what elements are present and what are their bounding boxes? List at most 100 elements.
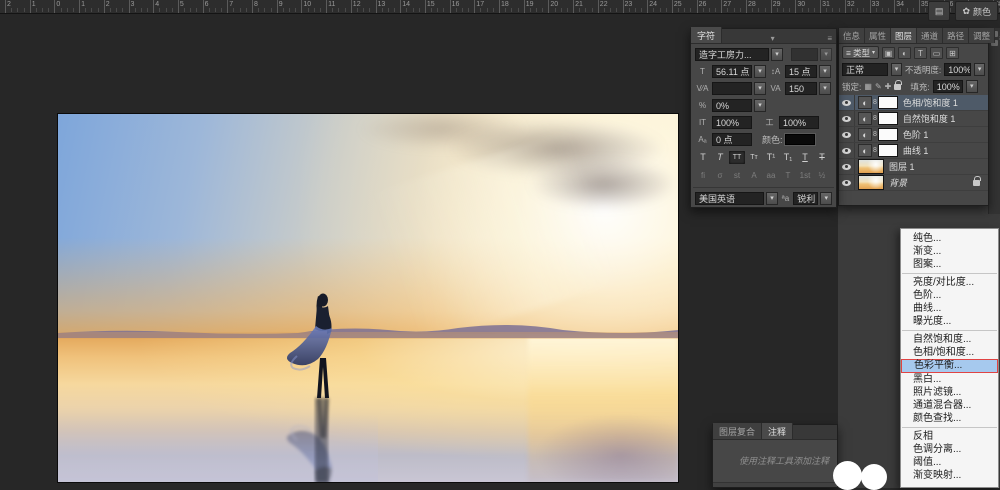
menu-item-pattern[interactable]: 图案... — [901, 258, 998, 271]
strikethrough-button[interactable]: T — [814, 151, 830, 164]
panel-menu-icon[interactable]: ≡ — [995, 34, 1000, 43]
menu-item-brightness-contrast[interactable]: 亮度/对比度... — [901, 276, 998, 289]
visibility-toggle[interactable] — [839, 127, 855, 142]
layer-name[interactable]: 自然饱和度 1 — [903, 112, 956, 125]
tab-info[interactable]: 信息 — [839, 28, 865, 43]
layer-row-levels[interactable]: ◐ 8 色阶 1 — [839, 127, 988, 143]
tab-layers[interactable]: 图层 — [891, 28, 917, 43]
font-style-dropdown-arrow[interactable]: ▾ — [820, 48, 832, 61]
fill-dropdown-arrow[interactable]: ▾ — [966, 80, 978, 93]
layer-row-hue-saturation[interactable]: ◐ 8 色相/饱和度 1 — [839, 95, 988, 111]
superscript-button[interactable]: T¹ — [763, 151, 779, 164]
visibility-toggle[interactable] — [839, 175, 855, 190]
blend-mode-select[interactable]: 正常 — [842, 63, 888, 76]
menu-item-exposure[interactable]: 曝光度... — [901, 315, 998, 328]
visibility-toggle[interactable] — [839, 95, 855, 110]
menu-item-vibrance[interactable]: 自然饱和度... — [901, 333, 998, 346]
adjustment-layer-icon[interactable]: ◐ — [858, 144, 872, 157]
layer-name[interactable]: 色阶 1 — [903, 128, 929, 141]
tab-properties[interactable]: 属性 — [865, 28, 891, 43]
layer-row-vibrance[interactable]: ◐ 8 自然饱和度 1 — [839, 111, 988, 127]
layer-row-curves[interactable]: ◐ 8 曲线 1 — [839, 143, 988, 159]
panel-collapse-icon[interactable]: ▾ — [767, 34, 779, 43]
opacity-dropdown-arrow[interactable]: ▾ — [974, 63, 985, 76]
discretionary-ligatures-button[interactable]: st — [729, 169, 745, 182]
kerning-dropdown-arrow[interactable]: ▾ — [754, 82, 766, 95]
layer-name[interactable]: 背景 — [889, 176, 907, 189]
menu-item-threshold[interactable]: 阈值... — [901, 456, 998, 469]
layer-row-background[interactable]: 背景 — [839, 175, 988, 191]
all-caps-button[interactable]: TT — [729, 151, 745, 164]
menu-item-gradient-map[interactable]: 渐变映射... — [901, 469, 998, 482]
tracking-dropdown-arrow[interactable]: ▾ — [819, 82, 831, 95]
contextual-alternates-button[interactable]: σ — [712, 169, 728, 182]
layer-mask-thumbnail[interactable] — [878, 144, 898, 157]
menu-item-levels[interactable]: 色阶... — [901, 289, 998, 302]
opacity-field[interactable]: 100% — [944, 63, 971, 76]
layer-name[interactable]: 曲线 1 — [903, 144, 929, 157]
kerning-field[interactable] — [712, 82, 752, 95]
filter-smart-objects-icon[interactable]: ⊞ — [946, 47, 959, 59]
tab-channels[interactable]: 通道 — [917, 28, 943, 43]
layer-thumbnail[interactable] — [858, 175, 884, 190]
workspace-color-button[interactable]: ✿ 颜色 — [955, 1, 998, 21]
baseline-shift-field[interactable]: 0 点 — [712, 133, 752, 146]
underline-button[interactable]: T — [797, 151, 813, 164]
document-canvas[interactable] — [58, 114, 678, 482]
blend-mode-dropdown-arrow[interactable]: ▾ — [891, 63, 902, 76]
proportional-spacing-dropdown-arrow[interactable]: ▾ — [754, 99, 766, 112]
layer-name[interactable]: 色相/饱和度 1 — [903, 96, 958, 109]
layer-mask-thumbnail[interactable] — [878, 128, 898, 141]
ligatures-button[interactable]: fi — [695, 169, 711, 182]
menu-item-hue-saturation[interactable]: 色相/饱和度... — [901, 346, 998, 359]
lock-position-icon[interactable]: ✚ — [885, 82, 892, 91]
lock-all-icon[interactable] — [894, 84, 901, 90]
menu-item-black-white[interactable]: 黑白... — [901, 373, 998, 386]
tab-paths[interactable]: 路径 — [943, 28, 969, 43]
lock-transparency-icon[interactable]: ▦ — [864, 82, 872, 91]
layer-name[interactable]: 图层 1 — [889, 160, 915, 173]
visibility-toggle[interactable] — [839, 159, 855, 174]
menu-item-color-lookup[interactable]: 颜色查找... — [901, 412, 998, 425]
vertical-scale-field[interactable]: 100% — [712, 116, 752, 129]
panel-menu-icon[interactable]: ≡ — [823, 34, 836, 43]
anti-alias-dropdown-arrow[interactable]: ▾ — [820, 192, 832, 205]
filter-pixel-layers-icon[interactable]: ▣ — [882, 47, 895, 59]
menu-item-color-balance[interactable]: 色彩平衡... — [901, 359, 998, 373]
menu-item-channel-mixer[interactable]: 通道混合器... — [901, 399, 998, 412]
filter-type-dropdown[interactable]: ≡ 类型 ▾ — [842, 46, 879, 59]
ordinals-button[interactable]: 1st — [797, 169, 813, 182]
filter-type-layers-icon[interactable]: T — [914, 47, 927, 59]
font-family-field[interactable]: 造字工房力... — [695, 48, 769, 61]
faux-italic-button[interactable]: T — [712, 151, 728, 164]
filter-shape-layers-icon[interactable]: ▭ — [930, 47, 943, 59]
menu-item-invert[interactable]: 反相 — [901, 430, 998, 443]
layer-thumbnail[interactable] — [858, 159, 884, 174]
subscript-button[interactable]: T₁ — [780, 151, 796, 164]
filter-adjustment-layers-icon[interactable]: ◐ — [898, 47, 911, 59]
font-style-field[interactable] — [791, 48, 818, 61]
small-caps-button[interactable]: Tᴛ — [746, 151, 762, 164]
layer-mask-thumbnail[interactable] — [878, 112, 898, 125]
leading-dropdown-arrow[interactable]: ▾ — [819, 65, 831, 78]
fractions-button[interactable]: ½ — [814, 169, 830, 182]
horizontal-scale-field[interactable]: 100% — [779, 116, 819, 129]
visibility-toggle[interactable] — [839, 111, 855, 126]
menu-item-gradient[interactable]: 渐变... — [901, 245, 998, 258]
tab-layer-comps[interactable]: 图层复合 — [713, 423, 762, 439]
tracking-field[interactable]: 150 — [785, 82, 817, 95]
layer-row-layer1[interactable]: 图层 1 — [839, 159, 988, 175]
fill-field[interactable]: 100% — [933, 80, 963, 93]
font-size-dropdown-arrow[interactable]: ▾ — [754, 65, 766, 78]
language-dropdown-arrow[interactable]: ▾ — [766, 192, 778, 205]
menu-item-photo-filter[interactable]: 照片滤镜... — [901, 386, 998, 399]
font-size-field[interactable]: 56.11 点 — [712, 65, 752, 78]
faux-bold-button[interactable]: T — [695, 151, 711, 164]
text-color-swatch[interactable] — [785, 134, 815, 145]
collapsed-panel-strip[interactable] — [988, 28, 1000, 214]
horizontal-ruler[interactable]: 2101234567891011121314151617181920212223… — [0, 0, 1000, 14]
proportional-spacing-field[interactable]: 0% — [712, 99, 752, 112]
menu-item-solid-color[interactable]: 纯色... — [901, 232, 998, 245]
menu-item-curves[interactable]: 曲线... — [901, 302, 998, 315]
anti-alias-field[interactable]: 锐利 — [793, 192, 818, 205]
